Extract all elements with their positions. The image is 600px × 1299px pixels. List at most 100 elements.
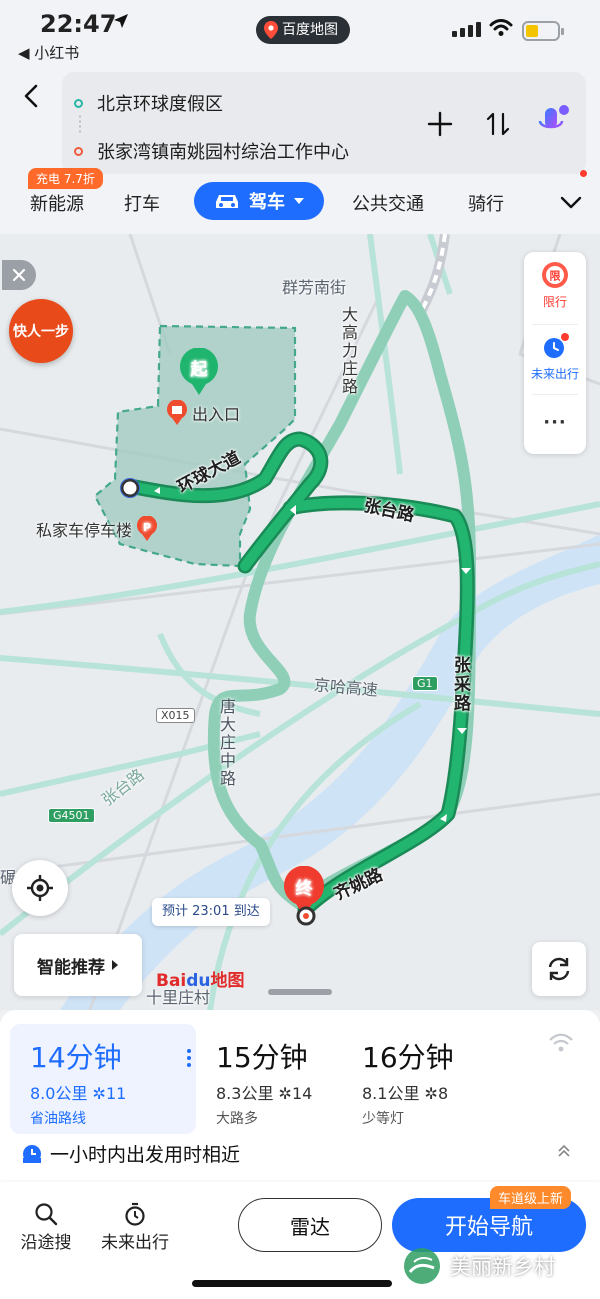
departure-hint-row[interactable]: 一小时内出发用时相近 xyxy=(22,1140,240,1167)
clock-badge-icon xyxy=(23,1144,41,1163)
svg-text:P: P xyxy=(143,521,151,534)
route-address-box: 北京环球度假区 张家湾镇南姚园村综治工作中心 xyxy=(62,72,586,174)
panel-divider xyxy=(532,324,578,325)
route-duration: 16分钟 xyxy=(362,1041,454,1074)
parking-pin-icon: P xyxy=(137,516,158,541)
notification-dot xyxy=(580,170,587,177)
address-divider xyxy=(79,114,81,134)
sheet-drag-handle[interactable] xyxy=(268,989,332,995)
tab-new-energy[interactable]: 新能源 xyxy=(30,190,84,216)
restriction-label: 限行 xyxy=(542,295,567,309)
close-icon xyxy=(12,268,26,282)
cellular-signal-icon xyxy=(452,22,481,37)
expand-chevron-icon[interactable] xyxy=(556,1144,572,1158)
highway-shield-g1: G1 xyxy=(412,676,438,691)
eta-bubble: 预计 23:01 到达 xyxy=(152,898,270,926)
radar-button[interactable]: 雷达 xyxy=(238,1198,382,1252)
route-option-3[interactable]: 16分钟 8.1公里 ✲8 少等灯 xyxy=(342,1024,492,1134)
back-icon[interactable] xyxy=(18,82,46,110)
start-marker-glyph: 起 xyxy=(190,359,209,380)
road-label-zhangcai: 张采路 xyxy=(450,656,470,713)
status-time: 22:47 xyxy=(40,10,117,38)
add-stop-icon[interactable] xyxy=(426,110,454,138)
route-tag: 省油路线 xyxy=(30,1111,86,1127)
fast-track-button[interactable]: 快人一步 xyxy=(9,299,73,363)
road-label-tangdazhuang: 唐大庄中路 xyxy=(217,698,236,788)
route-tag: 大路多 xyxy=(216,1111,258,1127)
route-duration: 14分钟 xyxy=(30,1041,122,1074)
car-icon xyxy=(216,195,238,208)
charging-promo-badge: 充电 7.7折 xyxy=(28,168,103,189)
map-pin-icon xyxy=(264,21,278,39)
departure-hint-text: 一小时内出发用时相近 xyxy=(50,1144,241,1166)
smart-recommend-button[interactable]: 智能推荐 xyxy=(14,934,142,996)
entrance-poi[interactable]: 出入口 xyxy=(166,400,240,426)
baidu-logo: Baidu地图 xyxy=(156,971,245,991)
location-arrow-icon xyxy=(114,14,128,28)
origin-text: 北京环球度假区 xyxy=(97,94,223,115)
status-bar: 22:47 ◀ 小红书 百度地图 xyxy=(0,0,600,66)
start-marker-icon: 起 xyxy=(180,348,218,395)
route-option-2[interactable]: 15分钟 8.3公里 ✲14 大路多 xyxy=(196,1024,342,1134)
destination-field[interactable]: 张家湾镇南姚园村综治工作中心 xyxy=(74,138,349,164)
more-modes-chevron-icon[interactable] xyxy=(560,196,582,210)
tab-taxi[interactable]: 打车 xyxy=(124,190,160,216)
future-trip-side-label: 未来出行 xyxy=(530,367,579,381)
origin-field[interactable]: 北京环球度假区 xyxy=(74,90,223,116)
parking-poi[interactable]: 私家车停车楼 P xyxy=(36,516,158,542)
route-option-1[interactable]: 14分钟 8.0公里 ✲11 省油路线 xyxy=(10,1024,196,1134)
parking-label: 私家车停车楼 xyxy=(36,521,133,540)
refresh-icon xyxy=(548,957,570,981)
voice-assistant-icon[interactable] xyxy=(536,104,570,142)
watermark-text: 美丽新乡村 xyxy=(450,1255,555,1279)
tab-drive[interactable]: 驾车 xyxy=(194,182,324,220)
crosshair-icon xyxy=(27,875,53,901)
along-route-search-button[interactable]: 沿途搜 xyxy=(16,1202,76,1253)
route-distance-lights: 8.0公里 ✲11 xyxy=(30,1084,127,1103)
destination-dot-icon xyxy=(74,146,83,156)
restriction-button[interactable]: 限 限行 xyxy=(524,260,586,310)
end-marker-glyph: 终 xyxy=(296,878,314,899)
watermark-logo-icon xyxy=(404,1248,440,1284)
traffic-light-icon: ✲ xyxy=(278,1084,292,1103)
future-trip-side-button[interactable]: 未来出行 xyxy=(524,332,586,382)
map-view[interactable]: 群芳南街 大高力庄路 环球大道 张台路 张采路 京哈高速 G1 X015 G45… xyxy=(0,234,600,1010)
route-more-icon[interactable] xyxy=(186,1048,192,1068)
swap-icon[interactable] xyxy=(484,110,512,138)
entrance-pin-icon xyxy=(167,400,187,425)
panel-divider xyxy=(532,394,578,395)
map-side-panel: 限 限行 未来出行 ··· xyxy=(524,252,586,454)
weak-signal-icon xyxy=(549,1033,573,1052)
wifi-icon xyxy=(489,19,513,36)
caret-right-icon xyxy=(112,960,118,970)
tab-public-transit[interactable]: 公共交通 xyxy=(352,190,424,216)
back-to-app-link[interactable]: ◀ 小红书 xyxy=(18,42,79,63)
battery-icon xyxy=(522,21,564,41)
destination-text: 张家湾镇南姚园村综治工作中心 xyxy=(97,142,349,163)
route-duration: 15分钟 xyxy=(216,1041,308,1074)
chevron-down-icon xyxy=(294,198,304,204)
close-banner-button[interactable] xyxy=(2,260,36,290)
road-label-dagaoli: 大高力庄路 xyxy=(339,306,358,396)
future-trip-button[interactable]: 未来出行 xyxy=(94,1202,176,1253)
search-icon xyxy=(35,1203,58,1226)
locate-me-button[interactable] xyxy=(12,860,68,916)
route-distance-lights: 8.3公里 ✲14 xyxy=(216,1084,313,1103)
destination-point-icon xyxy=(296,906,316,926)
route-header: 北京环球度假区 张家湾镇南姚园村综治工作中心 充电 7.7折 新能源 打车 驾车… xyxy=(0,66,600,234)
baidu-map-route-screen: 22:47 ◀ 小红书 百度地图 北京环球度假区 张家湾镇南姚园村综治工作中心 … xyxy=(0,0,600,1299)
transport-mode-tabs: 充电 7.7折 新能源 打车 驾车 公共交通 骑行 xyxy=(0,168,600,230)
tab-cycling[interactable]: 骑行 xyxy=(468,190,504,216)
start-marker[interactable]: 起 xyxy=(178,348,220,396)
highway-shield-g4501: G4501 xyxy=(48,808,95,823)
traffic-light-icon: ✲ xyxy=(92,1084,106,1103)
refresh-route-button[interactable] xyxy=(532,942,586,996)
lane-level-badge: 车道级上新 xyxy=(490,1186,572,1209)
watermark: 美丽新乡村 xyxy=(402,1246,555,1286)
street-label: 群芳南街 xyxy=(282,278,347,297)
more-options-button[interactable]: ··· xyxy=(524,412,586,433)
svg-text:限: 限 xyxy=(550,269,561,283)
traffic-light-icon: ✲ xyxy=(424,1084,438,1103)
app-indicator-label: 百度地图 xyxy=(282,22,338,38)
clock-icon xyxy=(544,333,569,358)
